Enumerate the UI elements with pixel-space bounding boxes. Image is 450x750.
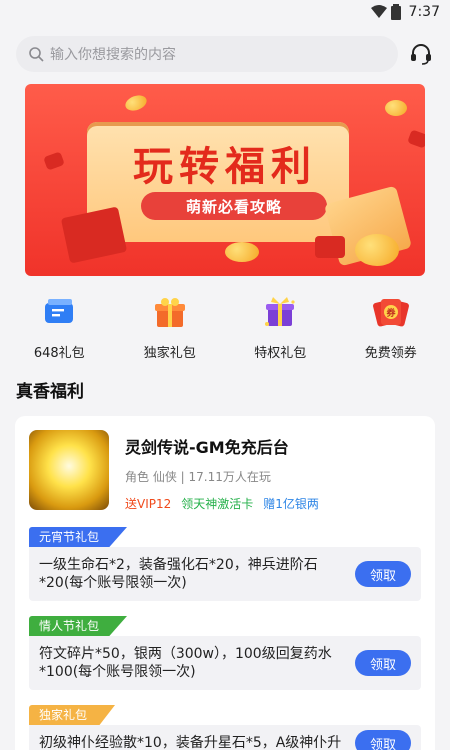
gift-tag: 情人节礼包 [29, 616, 128, 636]
envelope-decoration [315, 236, 345, 258]
game-tags: 送VIP12 领天神激活卡 赠1亿银两 [125, 495, 319, 512]
search-row: 输入你想搜索的内容 [0, 24, 450, 72]
quick-entry-label: 648礼包 [33, 346, 85, 361]
claim-button[interactable]: 领取 [355, 650, 411, 676]
coin-decoration [385, 100, 407, 116]
section-title: 真香福利 [16, 382, 84, 402]
headset-icon [411, 44, 431, 65]
quick-entry-label: 特权礼包 [254, 346, 307, 361]
gift-item: 元宵节礼包 一级生命石*2，装备强化石*20，神兵进阶石*20(每个账号限领一次… [29, 526, 421, 601]
game-meta: 角色 仙侠 | 17.11万人在玩 [125, 470, 271, 484]
gift-item: 独家礼包 初级神仆经验散*10，装备升星石*5，A级神仆升 领取 [29, 704, 421, 750]
quick-entry-648[interactable]: 648礼包 [9, 292, 109, 361]
gift-body: 符文碎片*50，银两（300w），100级回复药水*100(每个账号限领一次) … [29, 636, 421, 690]
quick-entry-label: 免费领券 [364, 346, 417, 361]
game-name: 灵剑传说-GM免充后台 [125, 438, 289, 457]
banner-title: 玩转福利 [133, 144, 317, 190]
status-icons [370, 4, 401, 20]
gift-item: 情人节礼包 符文碎片*50，银两（300w），100级回复药水*100(每个账号… [29, 615, 421, 690]
claim-button[interactable]: 领取 [355, 730, 411, 750]
game-info: 灵剑传说-GM免充后台 角色 仙侠 | 17.11万人在玩 送VIP12 领天神… [125, 430, 319, 512]
gift-tag: 元宵节礼包 [29, 527, 128, 547]
svg-text:券: 券 [385, 307, 396, 319]
wifi-icon [370, 5, 387, 18]
promo-banner[interactable]: 玩转福利 萌新必看攻略 [25, 84, 425, 276]
quick-entry-privilege[interactable]: 特权礼包 [230, 292, 330, 361]
search-icon [29, 47, 44, 62]
battery-icon [390, 4, 401, 20]
quick-entry-exclusive[interactable]: 独家礼包 [120, 292, 220, 361]
game-thumbnail[interactable] [29, 430, 109, 510]
coin-decoration [123, 92, 149, 114]
coin-decoration [355, 234, 399, 266]
quick-entry-label: 独家礼包 [143, 346, 196, 361]
gift-description: 符文碎片*50，银两（300w），100级回复药水*100(每个账号限领一次) [39, 646, 332, 680]
search-input[interactable]: 输入你想搜索的内容 [16, 36, 398, 72]
game-header[interactable]: 灵剑传说-GM免充后台 角色 仙侠 | 17.11万人在玩 送VIP12 领天神… [29, 430, 421, 512]
status-bar: 7:37 [0, 0, 450, 24]
coin-decoration [225, 242, 259, 262]
gift-body: 一级生命石*2，装备强化石*20，神兵进阶石*20(每个账号限领一次) 领取 [29, 547, 421, 601]
game-tag: 赠1亿银两 [263, 497, 319, 511]
banner-subtitle: 萌新必看攻略 [141, 192, 327, 220]
quick-entry-coupon[interactable]: 券 免费领券 [341, 292, 441, 361]
purple-gift-icon [260, 292, 300, 332]
game-tag: 送VIP12 [125, 497, 172, 511]
coupon-icon: 券 [371, 292, 411, 332]
search-placeholder: 输入你想搜索的内容 [50, 47, 176, 63]
gift-tag: 独家礼包 [29, 705, 116, 725]
gift-box-icon [150, 292, 190, 332]
customer-service-button[interactable] [408, 41, 434, 67]
game-card: 灵剑传说-GM免充后台 角色 仙侠 | 17.11万人在玩 送VIP12 领天神… [15, 416, 435, 750]
ticket-icon [39, 292, 79, 332]
game-tag: 领天神激活卡 [181, 497, 254, 511]
gift-description: 一级生命石*2，装备强化石*20，神兵进阶石*20(每个账号限领一次) [39, 557, 318, 591]
claim-button[interactable]: 领取 [355, 561, 411, 587]
gift-description: 初级神仆经验散*10，装备升星石*5，A级神仆升 [39, 735, 342, 750]
status-time: 7:37 [408, 4, 440, 20]
quick-entries: 648礼包 独家礼包 特权礼包 券 免费领券 [0, 292, 450, 361]
envelope-decoration [60, 206, 128, 264]
gift-body: 初级神仆经验散*10，装备升星石*5，A级神仆升 领取 [29, 725, 421, 750]
